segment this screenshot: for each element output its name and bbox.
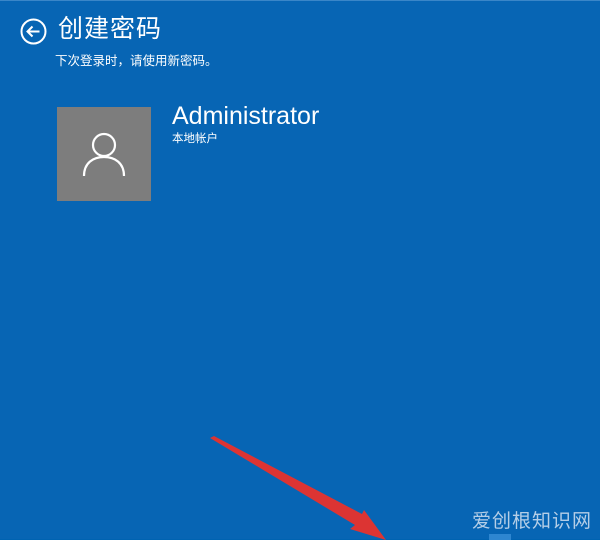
create-password-screen: 创建密码 下次登录时，请使用新密码。 Administrator 本地帐户 爱创… xyxy=(0,0,600,540)
account-type: 本地帐户 xyxy=(172,131,218,145)
page-title: 创建密码 xyxy=(58,14,163,43)
page-subtitle: 下次登录时，请使用新密码。 xyxy=(55,53,218,68)
user-silhouette-icon xyxy=(82,132,126,177)
avatar xyxy=(57,107,151,201)
next-button-partial[interactable] xyxy=(489,534,511,540)
red-pointer-arrow-icon xyxy=(210,436,386,540)
account-name: Administrator xyxy=(172,102,320,130)
back-button[interactable] xyxy=(20,18,47,45)
watermark: 爱创根知识网 xyxy=(471,510,592,532)
back-arrow-circle-icon xyxy=(20,18,47,45)
